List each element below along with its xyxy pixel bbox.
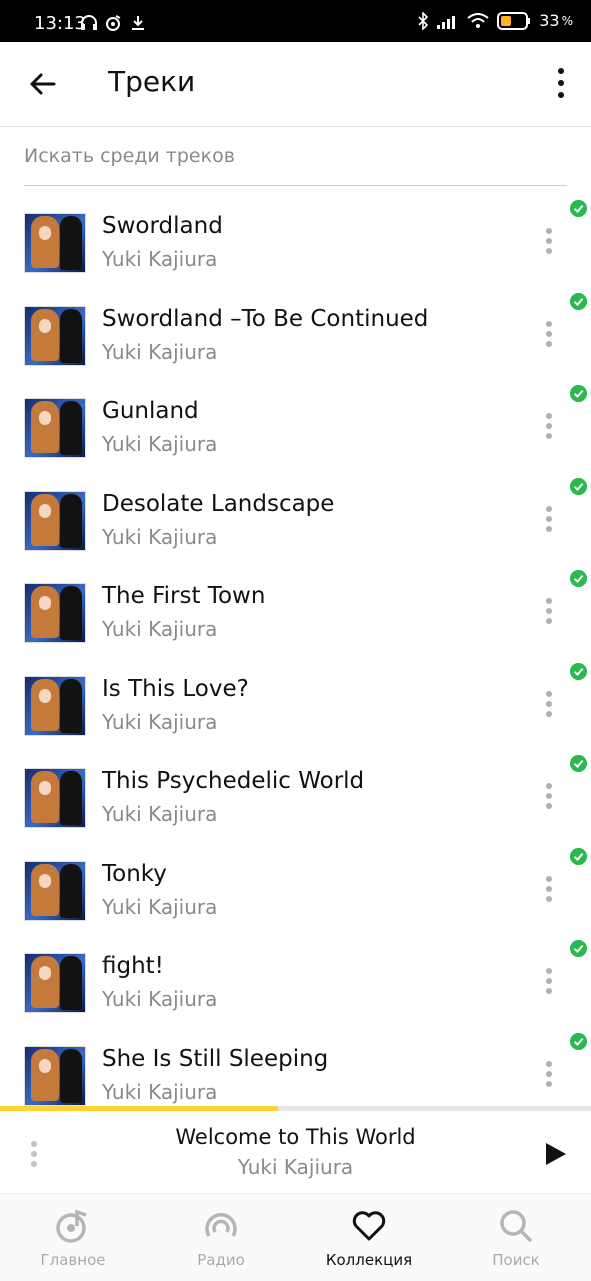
track-title: fight! [102, 953, 164, 979]
nav-radio-label: Радио [197, 1251, 245, 1269]
heart-icon [352, 1211, 386, 1241]
track-title: Tonky [102, 860, 167, 887]
track-artist: Yuki Kajiura [102, 709, 218, 734]
track-menu-icon[interactable] [541, 1059, 557, 1089]
nav-collection[interactable]: Коллекция [304, 1194, 434, 1281]
back-arrow-icon[interactable] [28, 69, 58, 99]
status-bar: 13:13 33% [0, 0, 591, 42]
note-disc-icon [56, 1209, 87, 1243]
track-row[interactable]: She Is Still Sleeping Yuki Kajiura [0, 1031, 591, 1107]
track-title: She Is Still Sleeping [102, 1045, 329, 1072]
nav-search-label: Поиск [492, 1251, 540, 1269]
app-bar: Треки [0, 42, 591, 127]
album-cover [24, 305, 86, 366]
track-row[interactable]: Swordland –To Be Continued Yuki Kajiura [0, 291, 591, 383]
track-row[interactable]: Tonky Yuki Kajiura [0, 846, 591, 938]
downloaded-check-icon [570, 200, 587, 217]
status-time: 13:13 [34, 13, 86, 34]
track-artist: Yuki Kajiura [102, 524, 218, 549]
album-cover [24, 1045, 86, 1106]
track-artist: Yuki Kajiura [102, 617, 218, 641]
search-icon [500, 1210, 532, 1242]
status-right-icons: 33% [417, 11, 573, 30]
track-artist: Yuki Kajiura [102, 432, 218, 456]
track-title: Gunland [102, 398, 199, 424]
wifi-icon [467, 12, 489, 28]
track-row[interactable]: Gunland Yuki Kajiura [0, 383, 591, 475]
play-icon[interactable] [540, 1139, 570, 1169]
album-cover [24, 768, 86, 828]
now-playing-title: Welcome to This World [175, 1125, 416, 1149]
track-title: Desolate Landscape [102, 490, 335, 517]
album-cover [24, 860, 86, 921]
album-cover [24, 490, 86, 551]
radio-icon [205, 1213, 237, 1237]
headphones-icon [81, 15, 97, 30]
track-row[interactable]: Desolate Landscape Yuki Kajiura [0, 476, 591, 568]
album-cover [24, 953, 86, 1013]
track-menu-icon[interactable] [541, 411, 557, 441]
downloaded-check-icon [570, 570, 587, 587]
downloaded-check-icon [570, 292, 587, 310]
nav-radio[interactable]: Радио [156, 1194, 286, 1281]
track-menu-icon[interactable] [541, 781, 557, 811]
page-title: Треки [108, 65, 196, 98]
nav-home-label: Главное [40, 1251, 106, 1269]
track-row[interactable]: This Psychedelic World Yuki Kajiura [0, 753, 591, 845]
track-menu-icon[interactable] [541, 689, 557, 719]
track-list: Swordland Yuki Kajiura Swordland –To Be Co… [0, 198, 591, 1106]
downloaded-check-icon [570, 662, 587, 680]
track-menu-icon[interactable] [541, 874, 557, 904]
track-artist: Yuki Kajiura [102, 802, 218, 826]
track-artist: Yuki Kajiura [102, 894, 218, 919]
track-title: Is This Love? [102, 675, 249, 702]
bottom-navigation: Главное Радио Коллекция Поиск [0, 1193, 591, 1281]
track-menu-icon[interactable] [541, 596, 557, 626]
album-cover [24, 398, 86, 458]
track-row[interactable]: Swordland Yuki Kajiura [0, 198, 591, 290]
signal-icon [437, 15, 456, 29]
battery-icon [497, 11, 531, 30]
track-row[interactable]: The First Town Yuki Kajiura [0, 568, 591, 660]
album-cover [24, 583, 86, 643]
downloaded-check-icon [570, 477, 587, 495]
more-options-icon[interactable] [553, 66, 569, 100]
search-input[interactable]: Искать среди треков [24, 145, 567, 186]
track-row[interactable]: fight! Yuki Kajiura [0, 938, 591, 1030]
mini-player[interactable]: Welcome to This World Yuki Kajiura [0, 1111, 591, 1193]
now-playing-artist: Yuki Kajiura [237, 1155, 354, 1179]
battery-level: 33 [539, 11, 560, 30]
download-icon [132, 16, 144, 30]
nav-home[interactable]: Главное [8, 1194, 138, 1281]
album-cover [24, 213, 86, 273]
downloaded-check-icon [570, 385, 587, 402]
music-app-icon [106, 15, 121, 31]
track-title: Swordland –To Be Continued [102, 305, 429, 332]
nav-search[interactable]: Поиск [451, 1194, 581, 1281]
downloaded-check-icon [570, 940, 587, 957]
track-artist: Yuki Kajiura [102, 339, 218, 364]
nav-collection-label: Коллекция [325, 1251, 413, 1269]
downloaded-check-icon [570, 755, 587, 772]
track-artist: Yuki Kajiura [102, 1079, 218, 1104]
bluetooth-icon [418, 11, 429, 30]
track-menu-icon[interactable] [541, 319, 557, 349]
downloaded-check-icon [570, 847, 587, 865]
track-row[interactable]: Is This Love? Yuki Kajiura [0, 661, 591, 753]
track-menu-icon[interactable] [541, 226, 557, 256]
album-cover [24, 675, 86, 736]
track-artist: Yuki Kajiura [102, 987, 218, 1011]
battery-percent-sign: % [561, 13, 573, 28]
track-title: This Psychedelic World [102, 768, 365, 794]
track-artist: Yuki Kajiura [102, 247, 218, 271]
status-left-icons [80, 15, 146, 31]
downloaded-check-icon [570, 1032, 587, 1050]
track-title: The First Town [102, 583, 266, 609]
track-menu-icon[interactable] [541, 966, 557, 996]
track-menu-icon[interactable] [541, 504, 557, 534]
track-title: Swordland [102, 213, 223, 239]
